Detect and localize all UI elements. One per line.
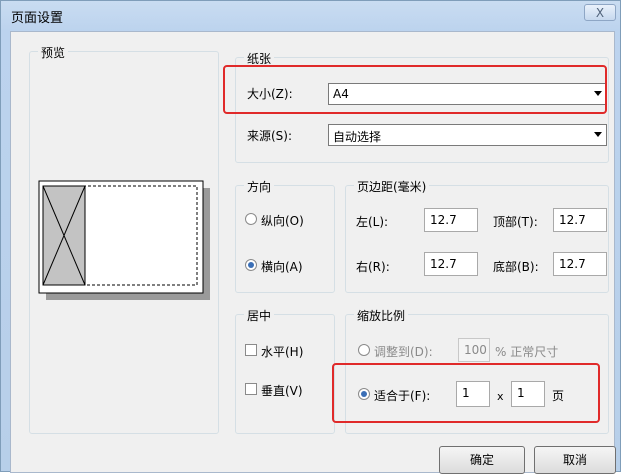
chevron-down-icon (594, 91, 602, 96)
close-button[interactable]: X (584, 4, 616, 21)
adjust-to-unit: % 正常尺寸 (495, 345, 559, 359)
adjust-to-radio[interactable] (358, 344, 370, 356)
orientation-group: 方向 纵向(O) 横向(A) (235, 178, 335, 293)
scaling-group-label: 缩放比例 (354, 307, 409, 324)
paper-source-label: 来源(S): (247, 129, 293, 143)
fit-pages-wide-input[interactable]: 1 (456, 381, 490, 407)
center-group: 居中 水平(H) 垂直(V) (235, 307, 335, 434)
margins-group: 页边距(毫米) 左(L): 12.7 顶部(T): 12.7 右(R): 12.… (345, 178, 609, 293)
paper-group: 纸张 大小(Z): A4 来源(S): 自动选择 (235, 50, 609, 163)
title-bar: 页面设置 X (1, 1, 621, 31)
margin-right-label: 右(R): (356, 260, 390, 274)
margin-bottom-input[interactable]: 12.7 (553, 252, 607, 276)
portrait-radio[interactable] (245, 213, 257, 225)
center-group-label: 居中 (244, 307, 275, 324)
page-setup-dialog: 页面设置 X 预览 纸张 大小(Z): A4 来源(S): 自动选择 方向 纵向… (0, 0, 621, 474)
close-icon: X (595, 6, 605, 20)
chevron-down-icon (594, 132, 602, 137)
landscape-label: 横向(A) (261, 260, 303, 274)
fit-pages-tall-input[interactable]: 1 (511, 381, 545, 407)
center-vertical-checkbox[interactable] (245, 383, 257, 395)
margin-left-label: 左(L): (356, 215, 389, 229)
portrait-label: 纵向(O) (261, 214, 304, 228)
center-horizontal-label: 水平(H) (261, 345, 304, 359)
center-vertical-label: 垂直(V) (261, 384, 303, 398)
ok-button[interactable]: 确定 (439, 446, 525, 474)
dialog-body: 预览 纸张 大小(Z): A4 来源(S): 自动选择 方向 纵向(O) 横向(… (10, 31, 616, 474)
paper-source-select[interactable]: 自动选择 (328, 124, 607, 146)
page-preview-image (38, 180, 210, 300)
preview-group: 预览 (29, 44, 219, 434)
fit-to-label: 适合于(F): (374, 389, 431, 403)
fit-pages-unit: 页 (552, 389, 565, 403)
adjust-to-input[interactable]: 100 (458, 338, 490, 362)
margin-right-input[interactable]: 12.7 (424, 252, 478, 276)
landscape-radio[interactable] (245, 259, 257, 271)
fit-to-radio[interactable] (358, 388, 370, 400)
paper-size-label: 大小(Z): (247, 87, 293, 101)
scaling-group: 缩放比例 调整到(D): 100 % 正常尺寸 适合于(F): 1 x 1 页 (345, 307, 609, 434)
paper-size-value: A4 (333, 87, 349, 101)
margin-top-label: 顶部(T): (493, 215, 538, 229)
fit-times-label: x (497, 390, 504, 403)
window-title: 页面设置 (11, 11, 64, 26)
orientation-group-label: 方向 (244, 178, 275, 195)
margin-left-input[interactable]: 12.7 (424, 208, 478, 232)
center-horizontal-checkbox[interactable] (245, 344, 257, 356)
margins-group-label: 页边距(毫米) (354, 178, 430, 195)
margin-bottom-label: 底部(B): (493, 260, 539, 274)
margin-top-input[interactable]: 12.7 (553, 208, 607, 232)
paper-size-select[interactable]: A4 (328, 83, 607, 105)
adjust-to-label: 调整到(D): (374, 345, 433, 359)
paper-group-label: 纸张 (244, 50, 275, 67)
cancel-button[interactable]: 取消 (534, 446, 616, 474)
paper-source-value: 自动选择 (333, 130, 382, 144)
